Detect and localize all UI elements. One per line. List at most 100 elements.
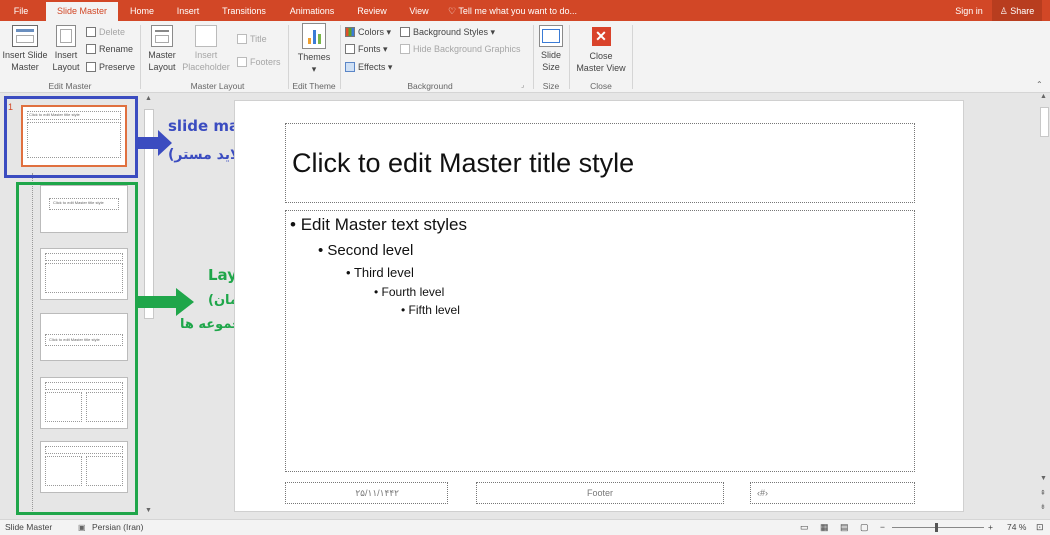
tab-home[interactable]: Home [122,0,162,21]
scroll-up-icon[interactable]: ▲ [1040,93,1047,100]
tell-me-box[interactable]: ♡ Tell me what you want to do... [448,0,593,21]
title-placeholder[interactable]: Click to edit Master title style [285,123,915,203]
status-bar: Slide Master ▣ Persian (Iran) ▭ ▦ ▤ ▢ − … [0,519,1050,535]
slide-master-highlight [4,96,138,178]
lightbulb-icon: ♡ [448,6,457,16]
ribbon: Insert Slide Master Insert Layout Delete… [0,21,1050,93]
group-edit-theme-label: Edit Theme [292,81,336,91]
slide-sorter-icon[interactable]: ▦ [820,520,829,535]
insert-slide-master-label-2: Master [11,62,39,72]
title-checkbox-box [237,34,247,44]
insert-placeholder-button[interactable]: Insert Placeholder [179,25,233,73]
zoom-out-icon[interactable]: − [880,520,885,535]
level-3: • Third level [346,265,414,280]
scroll-thumb[interactable] [1040,107,1049,137]
slide-size-button[interactable]: Slide Size [536,25,566,73]
share-button[interactable]: ♙ Share [992,0,1042,21]
insert-layout-icon [56,25,76,47]
preserve-label: Preserve [99,62,136,72]
insert-placeholder-label-1: Insert [194,50,218,60]
footer-placeholder[interactable]: Footer [476,482,724,504]
insert-placeholder-label-2: Placeholder [182,62,230,72]
sign-in-link[interactable]: Sign in [950,0,988,21]
group-background-label: Background [407,81,453,91]
hide-bg-label: Hide Background Graphics [413,44,521,54]
spellcheck-icon[interactable]: ▣ [78,520,86,535]
delete-icon [86,27,96,37]
tab-transitions[interactable]: Transitions [214,0,274,21]
colors-dropdown[interactable]: Colors ▾ [345,26,391,38]
scroll-up-icon[interactable]: ▲ [145,95,152,102]
layouts-highlight [16,182,138,515]
delete-button[interactable]: Delete [86,26,125,38]
level-4: • Fourth level [374,285,445,299]
reading-view-icon[interactable]: ▤ [840,520,849,535]
tab-file[interactable]: File [2,0,40,21]
dialog-launcher-icon[interactable]: ⌟ [521,80,524,92]
title-checkbox-label: Title [250,34,267,44]
close-master-label-1: Close [589,51,613,61]
scroll-down-icon[interactable]: ▼ [1040,475,1047,482]
background-styles-icon [400,27,410,37]
next-slide-icon[interactable]: ⇟ [1040,503,1046,511]
group-separator [288,25,289,89]
fonts-dropdown[interactable]: Fonts ▾ [345,43,388,55]
footers-checkbox[interactable]: Footers [237,56,281,68]
level-1-text: Edit Master text styles [300,215,467,234]
group-close-label: Close [590,81,612,91]
tab-review[interactable]: Review [350,0,394,21]
slide-number-placeholder[interactable]: ‹#› [750,482,915,504]
hide-background-graphics-checkbox[interactable]: Hide Background Graphics [400,43,521,55]
level-4-text: Fourth level [381,285,445,299]
status-language[interactable]: Persian (Iran) [92,520,144,535]
normal-view-icon[interactable]: ▭ [800,520,809,535]
master-layout-label-1: Master [148,50,176,60]
group-separator [140,25,141,89]
background-styles-label: Background Styles [413,27,489,37]
zoom-slider-thumb[interactable] [935,523,938,532]
background-styles-dropdown[interactable]: Background Styles ▾ [400,26,495,38]
zoom-in-icon[interactable]: + [988,520,993,535]
zoom-slider[interactable] [892,527,984,528]
insert-layout-button[interactable]: Insert Layout [49,25,83,73]
insert-slide-master-label-1: Insert Slide [2,50,48,60]
themes-button[interactable]: Themes ▾ [293,23,335,75]
fonts-icon [345,44,355,54]
tell-me-text: Tell me what you want to do... [458,6,577,16]
themes-icon [302,23,326,49]
rename-button[interactable]: Rename [86,43,133,55]
title-checkbox[interactable]: Title [237,33,267,45]
effects-dropdown[interactable]: Effects ▾ [345,61,392,73]
scroll-down-icon[interactable]: ▼ [145,507,152,514]
close-master-view-button[interactable]: ✕ Close Master View [573,25,629,74]
tab-view[interactable]: View [400,0,438,21]
person-icon: ♙ [999,6,1008,16]
group-separator [533,25,534,89]
insert-slide-master-button[interactable]: Insert Slide Master [2,25,48,73]
fit-to-window-icon[interactable]: ⊡ [1036,520,1044,535]
effects-label: Effects [358,62,386,72]
effects-icon [345,62,355,72]
body-placeholder[interactable]: • Edit Master text styles • Second level… [285,210,915,472]
tab-insert[interactable]: Insert [168,0,208,21]
delete-label: Delete [99,27,126,37]
colors-label: Colors [358,27,385,37]
slideshow-icon[interactable]: ▢ [860,520,869,535]
slide-canvas[interactable]: Click to edit Master title style • Edit … [234,100,964,512]
previous-slide-icon[interactable]: ⇞ [1040,489,1046,497]
group-separator [632,25,633,89]
tab-animations[interactable]: Animations [280,0,344,21]
collapse-ribbon-icon[interactable]: ⌃ [1036,79,1043,91]
master-layout-button[interactable]: Master Layout [145,25,179,73]
preserve-button[interactable]: Preserve [86,61,135,73]
level-5: • Fifth level [401,303,460,317]
slide-scrollbar[interactable]: ▲ ▼ ⇞ ⇟ [1039,93,1050,520]
tab-slide-master[interactable]: Slide Master [46,2,118,21]
master-layout-icon [151,25,173,47]
close-icon: ✕ [591,27,611,46]
status-view-name: Slide Master [5,522,53,532]
close-master-label-2: Master View [576,63,626,73]
zoom-level[interactable]: 74 % [1007,520,1026,535]
footers-checkbox-box [237,57,247,67]
date-placeholder[interactable]: ۲۵/۱۱/۱۴۴۲ [285,482,448,504]
